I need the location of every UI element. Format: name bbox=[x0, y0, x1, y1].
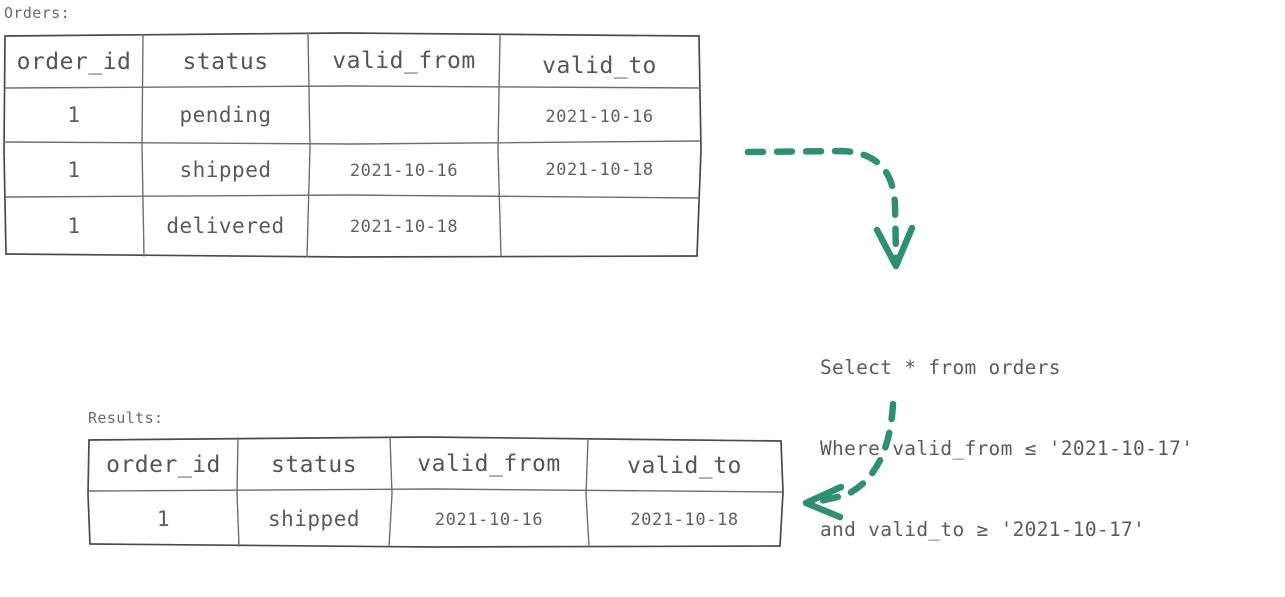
results-row-0-valid_to: 2021-10-18 bbox=[630, 509, 739, 530]
results-header-order_id: order_id bbox=[106, 451, 221, 478]
results-table-caption: Results: bbox=[88, 409, 164, 427]
sql-query-line-1: Select * from orders bbox=[820, 356, 1061, 379]
results-header-status: status bbox=[270, 451, 358, 478]
orders-table-caption: Orders: bbox=[4, 4, 71, 22]
results-row-0-valid_from: 2021-10-16 bbox=[434, 509, 544, 530]
sql-query-line-3: and valid_to ≥ '2021-10-17' bbox=[820, 518, 1146, 541]
orders-row-1-valid_from: 2021-10-16 bbox=[349, 160, 459, 181]
orders-row-1-valid_to: 2021-10-18 bbox=[545, 159, 654, 180]
orders-header-order_id: order_id bbox=[16, 49, 132, 75]
orders-row-0-valid_from bbox=[308, 88, 500, 142]
diagram-canvas: Orders: order_id status valid_from valid… bbox=[0, 0, 1285, 556]
orders-row-2-valid_from: 2021-10-18 bbox=[349, 216, 459, 237]
results-header-valid_to: valid_to bbox=[627, 452, 742, 479]
results-row-0-order_id: 1 bbox=[156, 506, 171, 531]
orders-header-status: status bbox=[182, 48, 269, 75]
orders-row-1-status: shipped bbox=[179, 157, 272, 182]
orders-table: order_id status valid_from valid_to 1 pe… bbox=[0, 30, 706, 260]
orders-row-0-order_id: 1 bbox=[67, 103, 81, 127]
orders-row-0-status: pending bbox=[179, 103, 272, 127]
orders-row-2-status: delivered bbox=[166, 213, 285, 238]
sql-query-text: Select * from orders Where valid_from ≤ … bbox=[820, 300, 1193, 597]
orders-header-valid_from: valid_from bbox=[332, 48, 476, 74]
orders-row-2-valid_to bbox=[500, 197, 699, 254]
sql-query-line-2: Where valid_from ≤ '2021-10-17' bbox=[820, 437, 1194, 460]
orders-row-1-order_id: 1 bbox=[67, 157, 81, 182]
orders-row-0-valid_to: 2021-10-16 bbox=[545, 107, 654, 127]
orders-row-2-order_id: 1 bbox=[67, 213, 81, 238]
results-row-0-status: shipped bbox=[267, 506, 360, 531]
results-header-valid_from: valid_from bbox=[417, 451, 561, 477]
orders-header-valid_to: valid_to bbox=[542, 53, 657, 79]
results-table: order_id status valid_from valid_to 1 sh… bbox=[86, 434, 786, 556]
